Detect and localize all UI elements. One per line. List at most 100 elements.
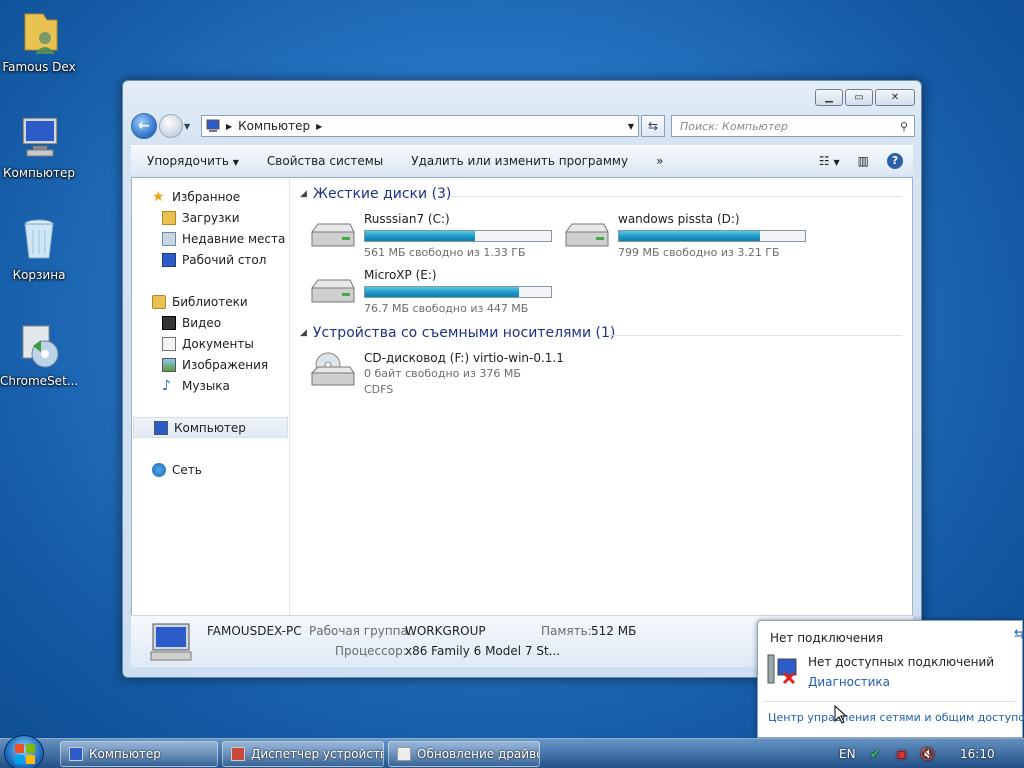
caption-buttons: ▁ ▭ ✕	[815, 89, 915, 106]
uninstall-program-button[interactable]: Удалить или изменить программу	[411, 154, 628, 168]
minimize-button[interactable]: ▁	[815, 89, 843, 106]
workgroup-label: Рабочая группа:	[309, 624, 412, 638]
computer-icon	[206, 119, 220, 132]
nav-network[interactable]: Сеть	[132, 459, 289, 480]
drive-usage-bar	[618, 230, 806, 242]
nav-downloads[interactable]: Загрузки	[132, 207, 289, 228]
downloads-icon	[162, 210, 176, 225]
hard-drive-icon	[311, 279, 355, 303]
maximize-icon: ▭	[854, 92, 864, 103]
drive-e[interactable]: MicroXP (E:) 76.7 МБ свободно из 447 МБ	[310, 268, 560, 318]
cd-drive-icon	[310, 352, 355, 386]
drive-d[interactable]: wandows pissta (D:) 799 МБ свободно из 3…	[564, 212, 814, 262]
more-commands-button[interactable]: »	[656, 154, 663, 168]
cpu-label: Процессор:	[335, 644, 407, 658]
minimize-icon: ▁	[825, 92, 833, 103]
close-button[interactable]: ✕	[875, 89, 915, 106]
maximize-button[interactable]: ▭	[845, 89, 873, 106]
memory-value: 512 МБ	[591, 624, 637, 638]
taskbar: Компьютер Диспетчер устройств Обновление…	[0, 735, 1024, 768]
start-button[interactable]	[4, 735, 44, 768]
drive-c[interactable]: Russsian7 (C:) 561 МБ свободно из 1.33 Г…	[310, 212, 560, 262]
user-folder-icon	[15, 8, 63, 56]
nav-recent-places[interactable]: Недавние места	[132, 228, 289, 249]
search-icon: ⚲	[899, 119, 908, 133]
address-crumb-computer[interactable]: Компьютер	[238, 119, 310, 133]
chevron-down-icon: ▼	[232, 157, 239, 167]
chevron-down-icon: ▼	[184, 121, 191, 131]
organize-menu[interactable]: Упорядочить ▼	[147, 154, 239, 168]
nav-images[interactable]: Изображения	[132, 354, 289, 375]
explorer-body: ★ Избранное Загрузки Недавние места Рабо…	[131, 177, 913, 617]
help-icon: ?	[891, 154, 899, 167]
desktop-icon-user-folder[interactable]: Famous Dex	[0, 8, 78, 74]
desktop-icon-computer[interactable]: Компьютер	[0, 114, 78, 180]
nav-documents[interactable]: Документы	[132, 333, 289, 354]
recent-pages-dropdown[interactable]: ▼	[184, 122, 194, 131]
desktop-icon-installer[interactable]: ChromeSet...	[0, 322, 78, 388]
network-popup: Нет подключения ⇆ Нет доступных подключе…	[757, 620, 1024, 738]
document-icon	[397, 747, 411, 761]
library-icon	[152, 294, 166, 309]
taskbar-item-computer[interactable]: Компьютер	[60, 741, 218, 767]
network-tray-icon[interactable]: ▣	[896, 747, 907, 761]
document-icon	[162, 336, 176, 351]
back-button[interactable]: ←	[131, 113, 157, 139]
preview-pane-button[interactable]: ▥	[858, 154, 869, 168]
music-note-icon: ♪	[162, 377, 171, 394]
nav-desktop[interactable]: Рабочий стол	[132, 249, 289, 270]
language-indicator[interactable]: EN	[839, 747, 856, 761]
nav-computer[interactable]: Компьютер	[133, 417, 288, 438]
workgroup-value: WORKGROUP	[405, 624, 486, 638]
nav-favorites[interactable]: ★ Избранное	[132, 186, 289, 207]
network-center-link[interactable]: Центр управления сетями и общим доступо	[768, 711, 1024, 724]
computer-icon	[69, 747, 83, 761]
computer-icon	[150, 623, 192, 661]
image-icon	[162, 357, 176, 372]
nav-music[interactable]: ♪ Музыка	[132, 375, 289, 396]
popup-status: Нет доступных подключений	[808, 655, 995, 669]
installer-icon	[15, 322, 63, 370]
forward-button[interactable]	[159, 114, 183, 138]
clock[interactable]: 16:10	[960, 747, 995, 761]
address-bar[interactable]: ▶ Компьютер ▶ ▼	[201, 115, 639, 137]
taskbar-item-device-manager[interactable]: Диспетчер устройств	[222, 741, 384, 767]
drive-usage-bar	[364, 286, 552, 298]
nav-video[interactable]: Видео	[132, 312, 289, 333]
address-separator-icon[interactable]: ▶	[316, 122, 322, 131]
hard-drive-icon	[311, 223, 355, 247]
popup-divider	[764, 701, 1016, 702]
refresh-button[interactable]: ⇆	[641, 115, 665, 137]
search-placeholder: Поиск: Компьютер	[680, 119, 788, 133]
group-divider	[450, 196, 902, 197]
taskbar-item-driver-update[interactable]: Обновление драйве...	[388, 741, 540, 767]
mouse-cursor-icon	[834, 705, 848, 724]
view-icon: ☷	[818, 153, 830, 168]
address-dropdown-icon[interactable]: ▼	[628, 122, 634, 131]
recycle-bin-icon	[15, 216, 63, 264]
refresh-icon: ⇆	[647, 119, 659, 133]
drive-f-cd[interactable]: CD-дисковод (F:) virtio-win-0.1.1 0 байт…	[310, 351, 564, 401]
diagnostics-link[interactable]: Диагностика	[808, 675, 890, 689]
device-manager-icon	[231, 747, 245, 761]
memory-label: Память:	[541, 624, 592, 638]
film-icon	[162, 315, 176, 330]
help-button[interactable]: ?	[887, 152, 903, 169]
system-properties-button[interactable]: Свойства системы	[267, 154, 383, 168]
command-bar: Упорядочить ▼ Свойства системы Удалить и…	[131, 145, 913, 175]
desktop-icon-recycle-bin[interactable]: Корзина	[0, 216, 78, 282]
arrow-left-icon: ←	[138, 118, 150, 134]
pc-name: FAMOUSDEX-PC	[207, 624, 302, 638]
action-center-icon[interactable]: ✔	[870, 747, 880, 761]
volume-muted-icon[interactable]: 🔇	[920, 747, 935, 761]
star-icon: ★	[152, 188, 165, 205]
group-header-hdd[interactable]: ◢ Жесткие диски (3)	[300, 186, 451, 202]
view-options-button[interactable]: ☷ ▼	[819, 154, 840, 168]
address-separator-icon: ▶	[226, 121, 233, 131]
explorer-window: ▁ ▭ ✕ ← ▼ ▶ Компьютер ▶ ▼ ⇆ Поиск: Компь…	[122, 80, 922, 678]
search-input[interactable]: Поиск: Компьютер ⚲	[671, 115, 915, 137]
nav-libraries[interactable]: Библиотеки	[132, 291, 289, 312]
computer-icon	[15, 114, 63, 162]
popup-title: Нет подключения	[770, 631, 884, 645]
group-header-removable[interactable]: ◢ Устройства со съемными носителями (1)	[300, 325, 615, 341]
